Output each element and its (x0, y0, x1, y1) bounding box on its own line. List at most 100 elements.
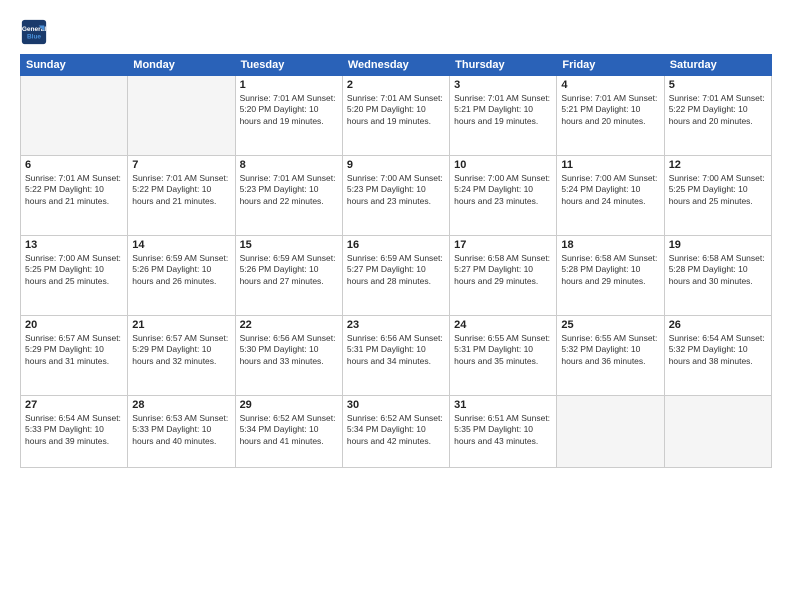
day-number: 5 (669, 79, 767, 91)
day-number: 19 (669, 239, 767, 251)
cell-content: Sunrise: 6:56 AM Sunset: 5:30 PM Dayligh… (240, 333, 338, 367)
weekday-header-thursday: Thursday (450, 55, 557, 76)
cell-content: Sunrise: 7:00 AM Sunset: 5:23 PM Dayligh… (347, 173, 445, 207)
weekday-header-saturday: Saturday (664, 55, 771, 76)
logo-icon: General Blue (20, 18, 48, 46)
day-number: 1 (240, 79, 338, 91)
cell-content: Sunrise: 7:01 AM Sunset: 5:22 PM Dayligh… (25, 173, 123, 207)
calendar-cell (128, 76, 235, 156)
day-number: 26 (669, 319, 767, 331)
cell-content: Sunrise: 7:00 AM Sunset: 5:25 PM Dayligh… (25, 253, 123, 287)
weekday-header-monday: Monday (128, 55, 235, 76)
calendar-cell: 24 Sunrise: 6:55 AM Sunset: 5:31 PM Dayli… (450, 316, 557, 396)
calendar-cell: 4 Sunrise: 7:01 AM Sunset: 5:21 PM Daylig… (557, 76, 664, 156)
calendar-cell: 17Sunrise: 6:58 AM Sunset: 5:27 PM Dayli… (450, 236, 557, 316)
calendar-cell: 3 Sunrise: 7:01 AM Sunset: 5:21 PM Daylig… (450, 76, 557, 156)
calendar-cell: 21 Sunrise: 6:57 AM Sunset: 5:29 PM Dayli… (128, 316, 235, 396)
cell-content: Sunrise: 6:59 AM Sunset: 5:26 PM Dayligh… (132, 253, 230, 287)
day-number: 24 (454, 319, 552, 331)
cell-content: Sunrise: 6:51 AM Sunset: 5:35 PM Dayligh… (454, 413, 552, 447)
calendar-week-row: 13 Sunrise: 7:00 AM Sunset: 5:25 PM Dayli… (21, 236, 772, 316)
cell-content: Sunrise: 6:56 AM Sunset: 5:31 PM Dayligh… (347, 333, 445, 367)
calendar-cell: 20Sunrise: 6:57 AM Sunset: 5:29 PM Dayli… (21, 316, 128, 396)
calendar-week-row: 6Sunrise: 7:01 AM Sunset: 5:22 PM Daylig… (21, 156, 772, 236)
calendar-cell: 16 Sunrise: 6:59 AM Sunset: 5:27 PM Dayli… (342, 236, 449, 316)
cell-content: Sunrise: 7:01 AM Sunset: 5:20 PM Dayligh… (347, 93, 445, 127)
day-number: 27 (25, 399, 123, 411)
cell-content: Sunrise: 7:01 AM Sunset: 5:21 PM Dayligh… (561, 93, 659, 127)
calendar-cell: 9 Sunrise: 7:00 AM Sunset: 5:23 PM Daylig… (342, 156, 449, 236)
day-number: 25 (561, 319, 659, 331)
day-number: 29 (240, 399, 338, 411)
day-number: 8 (240, 159, 338, 171)
calendar-cell: 19Sunrise: 6:58 AM Sunset: 5:28 PM Dayli… (664, 236, 771, 316)
calendar-cell: 8 Sunrise: 7:01 AM Sunset: 5:23 PM Daylig… (235, 156, 342, 236)
calendar-cell: 14 Sunrise: 6:59 AM Sunset: 5:26 PM Dayli… (128, 236, 235, 316)
calendar-cell: 31 Sunrise: 6:51 AM Sunset: 5:35 PM Dayli… (450, 396, 557, 468)
weekday-header-sunday: Sunday (21, 55, 128, 76)
calendar-cell: 28Sunrise: 6:53 AM Sunset: 5:33 PM Dayli… (128, 396, 235, 468)
cell-content: Sunrise: 7:01 AM Sunset: 5:21 PM Dayligh… (454, 93, 552, 127)
calendar-cell: 29 Sunrise: 6:52 AM Sunset: 5:34 PM Dayli… (235, 396, 342, 468)
day-number: 9 (347, 159, 445, 171)
day-number: 13 (25, 239, 123, 251)
day-number: 7 (132, 159, 230, 171)
cell-content: Sunrise: 6:59 AM Sunset: 5:27 PM Dayligh… (347, 253, 445, 287)
cell-content: Sunrise: 6:58 AM Sunset: 5:27 PM Dayligh… (454, 253, 552, 287)
day-number: 11 (561, 159, 659, 171)
weekday-header-row: SundayMondayTuesdayWednesdayThursdayFrid… (21, 55, 772, 76)
cell-content: Sunrise: 6:57 AM Sunset: 5:29 PM Dayligh… (25, 333, 123, 367)
day-number: 28 (132, 399, 230, 411)
calendar-cell: 25 Sunrise: 6:55 AM Sunset: 5:32 PM Dayli… (557, 316, 664, 396)
calendar-week-row: 1 Sunrise: 7:01 AM Sunset: 5:20 PM Daylig… (21, 76, 772, 156)
day-number: 3 (454, 79, 552, 91)
logo: General Blue (20, 18, 52, 46)
day-number: 16 (347, 239, 445, 251)
day-number: 31 (454, 399, 552, 411)
calendar-cell: 26Sunrise: 6:54 AM Sunset: 5:32 PM Dayli… (664, 316, 771, 396)
calendar-cell (557, 396, 664, 468)
cell-content: Sunrise: 7:00 AM Sunset: 5:25 PM Dayligh… (669, 173, 767, 207)
cell-content: Sunrise: 7:01 AM Sunset: 5:22 PM Dayligh… (132, 173, 230, 207)
cell-content: Sunrise: 7:00 AM Sunset: 5:24 PM Dayligh… (561, 173, 659, 207)
calendar-cell: 1 Sunrise: 7:01 AM Sunset: 5:20 PM Daylig… (235, 76, 342, 156)
day-number: 12 (669, 159, 767, 171)
cell-content: Sunrise: 6:58 AM Sunset: 5:28 PM Dayligh… (561, 253, 659, 287)
day-number: 4 (561, 79, 659, 91)
calendar-page: General Blue SundayMondayTuesdayWednesda… (0, 0, 792, 612)
calendar-cell: 22 Sunrise: 6:56 AM Sunset: 5:30 PM Dayli… (235, 316, 342, 396)
day-number: 15 (240, 239, 338, 251)
header: General Blue (20, 18, 772, 46)
calendar-cell: 13 Sunrise: 7:00 AM Sunset: 5:25 PM Dayli… (21, 236, 128, 316)
calendar-cell: 10 Sunrise: 7:00 AM Sunset: 5:24 PM Dayli… (450, 156, 557, 236)
cell-content: Sunrise: 6:52 AM Sunset: 5:34 PM Dayligh… (240, 413, 338, 447)
cell-content: Sunrise: 7:01 AM Sunset: 5:22 PM Dayligh… (669, 93, 767, 127)
calendar-cell: 12 Sunrise: 7:00 AM Sunset: 5:25 PM Dayli… (664, 156, 771, 236)
day-number: 18 (561, 239, 659, 251)
calendar-cell (664, 396, 771, 468)
cell-content: Sunrise: 6:55 AM Sunset: 5:32 PM Dayligh… (561, 333, 659, 367)
weekday-header-tuesday: Tuesday (235, 55, 342, 76)
calendar-cell: 15Sunrise: 6:59 AM Sunset: 5:26 PM Dayli… (235, 236, 342, 316)
cell-content: Sunrise: 6:57 AM Sunset: 5:29 PM Dayligh… (132, 333, 230, 367)
calendar-week-row: 20Sunrise: 6:57 AM Sunset: 5:29 PM Dayli… (21, 316, 772, 396)
day-number: 30 (347, 399, 445, 411)
cell-content: Sunrise: 6:54 AM Sunset: 5:33 PM Dayligh… (25, 413, 123, 447)
calendar-cell: 11 Sunrise: 7:00 AM Sunset: 5:24 PM Dayli… (557, 156, 664, 236)
day-number: 21 (132, 319, 230, 331)
calendar-cell: 23Sunrise: 6:56 AM Sunset: 5:31 PM Dayli… (342, 316, 449, 396)
cell-content: Sunrise: 6:52 AM Sunset: 5:34 PM Dayligh… (347, 413, 445, 447)
cell-content: Sunrise: 7:00 AM Sunset: 5:24 PM Dayligh… (454, 173, 552, 207)
day-number: 10 (454, 159, 552, 171)
cell-content: Sunrise: 7:01 AM Sunset: 5:23 PM Dayligh… (240, 173, 338, 207)
day-number: 14 (132, 239, 230, 251)
day-number: 22 (240, 319, 338, 331)
weekday-header-wednesday: Wednesday (342, 55, 449, 76)
day-number: 2 (347, 79, 445, 91)
calendar-cell: 5 Sunrise: 7:01 AM Sunset: 5:22 PM Daylig… (664, 76, 771, 156)
svg-text:Blue: Blue (27, 34, 41, 41)
weekday-header-friday: Friday (557, 55, 664, 76)
cell-content: Sunrise: 6:55 AM Sunset: 5:31 PM Dayligh… (454, 333, 552, 367)
cell-content: Sunrise: 7:01 AM Sunset: 5:20 PM Dayligh… (240, 93, 338, 127)
calendar-cell: 30 Sunrise: 6:52 AM Sunset: 5:34 PM Dayli… (342, 396, 449, 468)
